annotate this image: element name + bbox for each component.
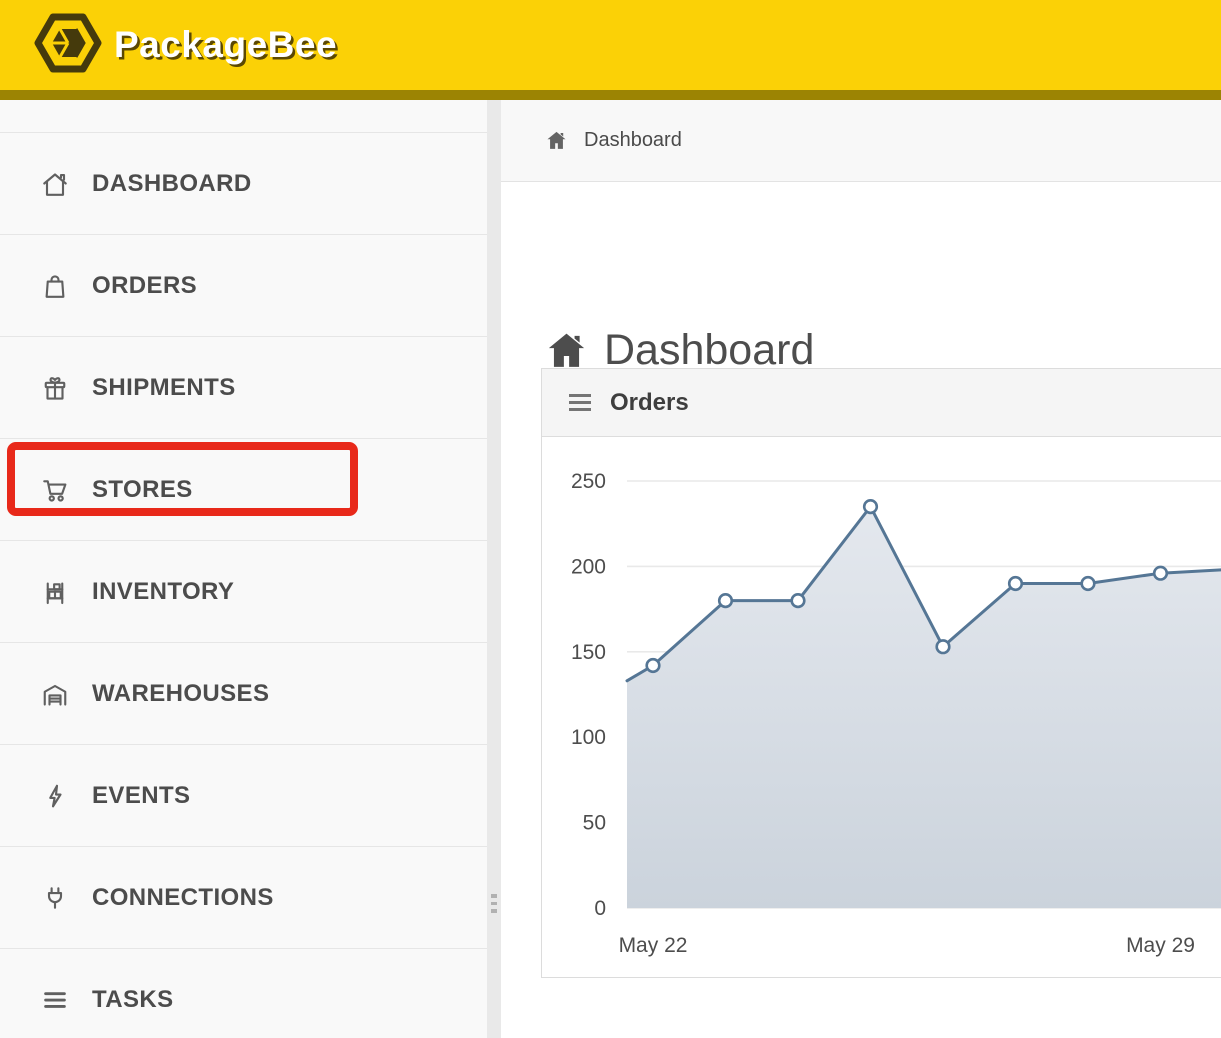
home-icon bbox=[40, 169, 70, 199]
top-header-bar: PackageBee bbox=[0, 0, 1221, 90]
svg-text:250: 250 bbox=[571, 470, 606, 493]
breadcrumb: Dashboard bbox=[501, 100, 1221, 182]
main-content: Dashboard Dashboard Orders 2502001501005… bbox=[501, 100, 1221, 1038]
sidebar-item-label: DASHBOARD bbox=[92, 170, 252, 198]
svg-text:100: 100 bbox=[571, 726, 606, 749]
svg-text:May 29: May 29 bbox=[1126, 934, 1195, 957]
sidebar-item-label: EVENTS bbox=[92, 782, 190, 810]
sidebar-item-events[interactable]: EVENTS bbox=[0, 744, 487, 846]
packagebee-app: PackageBee DASHBOARD ORDERS bbox=[0, 0, 1221, 1038]
svg-text:50: 50 bbox=[583, 812, 606, 835]
sidebar-item-label: INVENTORY bbox=[92, 578, 234, 606]
svg-text:150: 150 bbox=[571, 641, 606, 664]
hexagon-cube-icon bbox=[34, 10, 102, 81]
orders-panel-title: Orders bbox=[610, 389, 689, 417]
sidebar-item-label: TASKS bbox=[92, 986, 174, 1014]
sidebar-nav: DASHBOARD ORDERS SHIPMENTS bbox=[0, 100, 487, 1038]
sidebar-item-shipments[interactable]: SHIPMENTS bbox=[0, 336, 487, 438]
hamburger-icon[interactable] bbox=[569, 394, 591, 411]
lightning-bolt-icon bbox=[40, 781, 70, 811]
brand[interactable]: PackageBee bbox=[34, 10, 337, 81]
list-icon bbox=[40, 985, 70, 1015]
svg-text:May 22: May 22 bbox=[619, 934, 688, 957]
orders-chart: 250 200 150 100 50 0 May 22 May 29 bbox=[542, 437, 1221, 977]
sidebar-item-warehouses[interactable]: WAREHOUSES bbox=[0, 642, 487, 744]
orders-panel-header: Orders bbox=[542, 369, 1221, 437]
warehouse-icon bbox=[40, 679, 70, 709]
shelf-icon bbox=[40, 577, 70, 607]
breadcrumb-dashboard-link[interactable]: Dashboard bbox=[584, 129, 682, 152]
shopping-cart-icon bbox=[40, 475, 70, 505]
header-accent-strip bbox=[0, 90, 1221, 100]
sidebar-item-dashboard[interactable]: DASHBOARD bbox=[0, 132, 487, 234]
sidebar-item-label: ORDERS bbox=[92, 272, 197, 300]
sidebar-item-label: CONNECTIONS bbox=[92, 884, 274, 912]
plug-icon bbox=[40, 883, 70, 913]
divider-drag-handle-icon[interactable] bbox=[491, 894, 497, 913]
svg-text:0: 0 bbox=[594, 897, 606, 920]
home-icon bbox=[545, 129, 568, 152]
sidebar-item-label: SHIPMENTS bbox=[92, 374, 236, 402]
brand-name: PackageBee bbox=[114, 24, 337, 66]
home-icon bbox=[544, 328, 589, 373]
svg-text:200: 200 bbox=[571, 555, 606, 578]
sidebar-item-label: STORES bbox=[92, 476, 193, 504]
sidebar-item-label: WAREHOUSES bbox=[92, 680, 269, 708]
sidebar-item-tasks[interactable]: TASKS bbox=[0, 948, 487, 1038]
sidebar-resize-divider bbox=[487, 100, 501, 1038]
sidebar-item-stores[interactable]: STORES bbox=[0, 438, 487, 540]
orders-panel: Orders 250 200 150 100 50 0 May 22 May 29 bbox=[541, 368, 1221, 978]
gift-box-icon bbox=[40, 373, 70, 403]
sidebar-item-inventory[interactable]: INVENTORY bbox=[0, 540, 487, 642]
sidebar-item-connections[interactable]: CONNECTIONS bbox=[0, 846, 487, 948]
sidebar-item-orders[interactable]: ORDERS bbox=[0, 234, 487, 336]
shopping-bag-icon bbox=[40, 271, 70, 301]
